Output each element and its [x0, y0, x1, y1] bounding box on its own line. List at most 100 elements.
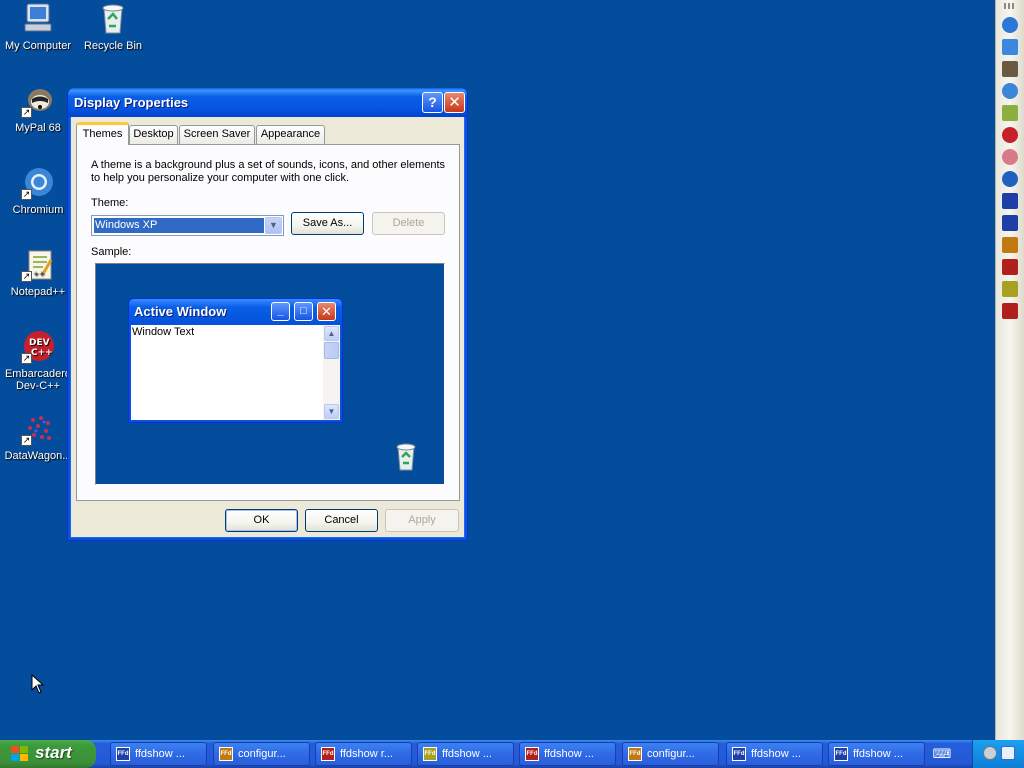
ffdshow-icon: FFd [834, 747, 848, 761]
display-properties-dialog: Display Properties ? ✕ Themes Desktop Sc… [67, 88, 468, 541]
devcpp-icon: DEV C++ ↗ [21, 330, 55, 364]
update-icon[interactable] [1001, 746, 1015, 760]
theme-select-value: Windows XP [93, 217, 265, 234]
ffdshow-red-icon: FFd [525, 747, 539, 761]
ffdshow-config-icon: FFd [219, 747, 233, 761]
keyboard-icon[interactable]: ⌨ [930, 745, 954, 763]
desktop-icon-label: Notepad++ [10, 286, 66, 298]
taskbar-button-label: ffdshow ... [135, 748, 185, 760]
ie-icon[interactable] [1002, 17, 1018, 33]
desktop-icon-label: Chromium [12, 204, 64, 216]
theme-select[interactable]: Windows XP ▼ [91, 215, 284, 236]
tab-themes[interactable]: Themes [76, 122, 129, 145]
toolbar-grip[interactable] [1004, 3, 1016, 9]
tab-appearance[interactable]: Appearance [256, 125, 325, 144]
ffdshow-red-icon[interactable] [1002, 259, 1018, 275]
taskbar-button[interactable]: FFd ffdshow ... [519, 742, 616, 766]
taskbar-button-label: ffdshow ... [544, 748, 594, 760]
taskbar-button[interactable]: FFd configur... [622, 742, 719, 766]
taskbar-button[interactable]: FFd ffdshow ... [417, 742, 514, 766]
help-icon: ? [428, 94, 437, 110]
scroll-down-icon: ▼ [324, 404, 339, 419]
save-as-button[interactable]: Save As... [291, 212, 364, 235]
chromium-icon[interactable] [1002, 83, 1018, 99]
start-label: start [35, 743, 72, 762]
datawagon-icon[interactable] [1002, 149, 1018, 165]
sample-scrollbar: ▲ ▼ [323, 325, 340, 420]
themes-panel: A theme is a background plus a set of so… [76, 144, 460, 501]
scroll-up-icon: ▲ [324, 326, 339, 341]
media-player-icon[interactable] [1002, 171, 1018, 187]
theme-description: A theme is a background plus a set of so… [91, 159, 446, 184]
svg-text:C++: C++ [31, 348, 53, 358]
ffdshow-red-icon[interactable] [1002, 303, 1018, 319]
ffdshow-icon[interactable] [1002, 193, 1018, 209]
ok-button[interactable]: OK [225, 509, 298, 532]
desktop-icon-datawagon[interactable]: ↗ DataWagon... [0, 412, 76, 462]
ffdshow-config-icon[interactable] [1002, 237, 1018, 253]
desktop-icon-notepadpp[interactable]: ++ ↗ Notepad++ [0, 248, 76, 298]
taskbar-button-label: configur... [647, 748, 695, 760]
ffdshow-config-icon: FFd [628, 747, 642, 761]
ffdshow-yellow-icon[interactable] [1002, 281, 1018, 297]
mypal-icon[interactable] [1002, 61, 1018, 77]
ffdshow-red-icon: FFd [321, 747, 335, 761]
mypal-icon: ↗ [21, 84, 55, 118]
desktop-icon-chromium[interactable]: ↗ Chromium [0, 166, 76, 216]
taskbar-button-label: ffdshow ... [853, 748, 903, 760]
ffdshow-icon: FFd [732, 747, 746, 761]
ffdshow-icon[interactable] [1002, 215, 1018, 231]
notepadpp-icon: ++ ↗ [21, 248, 55, 282]
taskbar-button[interactable]: FFd configur... [213, 742, 310, 766]
computer-icon [21, 2, 55, 36]
taskbar-button-label: configur... [238, 748, 286, 760]
apply-button[interactable]: Apply [385, 509, 459, 532]
datawagon-icon: ↗ [21, 412, 55, 446]
taskbar-button-label: ffdshow r... [340, 748, 393, 760]
chromium-icon: ↗ [21, 166, 55, 200]
ffdshow-yellow-icon: FFd [423, 747, 437, 761]
desktop-icon-label: Embarcadero Dev-C++ [4, 368, 72, 392]
desktop-icon-devcpp[interactable]: DEV C++ ↗ Embarcadero Dev-C++ [0, 330, 76, 392]
help-button[interactable]: ? [422, 92, 443, 113]
taskbar-button-label: ffdshow ... [751, 748, 801, 760]
system-tray [972, 740, 1024, 768]
desktop-icon-my-computer[interactable]: My Computer [0, 2, 76, 52]
notepadpp-icon[interactable] [1002, 105, 1018, 121]
tab-desktop[interactable]: Desktop [129, 125, 178, 144]
network-icon[interactable] [983, 746, 997, 760]
shortcut-arrow-icon: ↗ [21, 353, 32, 364]
shortcut-arrow-icon: ↗ [21, 435, 32, 446]
cancel-button[interactable]: Cancel [305, 509, 378, 532]
windows-logo-icon [11, 746, 29, 762]
theme-label: Theme: [91, 197, 129, 209]
taskbar-button[interactable]: FFd ffdshow r... [315, 742, 412, 766]
close-icon: ✕ [448, 94, 461, 111]
svg-text:DEV: DEV [29, 338, 50, 348]
taskbar-button[interactable]: FFd ffdshow ... [110, 742, 207, 766]
taskbar-button[interactable]: FFd ffdshow ... [726, 742, 823, 766]
title-bar[interactable]: Display Properties ? ✕ [68, 88, 467, 117]
tab-screen-saver[interactable]: Screen Saver [179, 125, 255, 144]
sample-window-title: Active Window [134, 304, 227, 319]
sample-window-body: Window Text ▲ ▼ [131, 325, 340, 420]
shortcut-arrow-icon: ↗ [21, 271, 32, 282]
taskbar: start FFd ffdshow ... FFd configur... FFd ffd… [0, 740, 1024, 768]
close-button[interactable]: ✕ [444, 92, 465, 113]
desktop-icon-mypal[interactable]: ↗ MyPal 68 [0, 84, 76, 134]
chevron-down-icon[interactable]: ▼ [265, 217, 282, 234]
desktop-icon-label: DataWagon... [4, 450, 72, 462]
taskbar-button-label: ffdshow ... [442, 748, 492, 760]
desktop-icon-recycle-bin[interactable]: Recycle Bin [75, 2, 151, 52]
quick-launch-bar [995, 0, 1024, 740]
taskbar-button[interactable]: FFd ffdshow ... [828, 742, 925, 766]
delete-button[interactable]: Delete [372, 212, 445, 235]
recycle-bin-icon [96, 2, 130, 36]
sample-label: Sample: [91, 246, 132, 258]
start-button[interactable]: start [0, 740, 96, 768]
sample-window-text: Window Text [132, 326, 195, 338]
devcpp-icon[interactable] [1002, 127, 1018, 143]
shortcut-arrow-icon: ↗ [21, 189, 32, 200]
sample-title-bar: Active Window _ □ ✕ [129, 299, 342, 323]
ie-page-icon[interactable] [1002, 39, 1018, 55]
